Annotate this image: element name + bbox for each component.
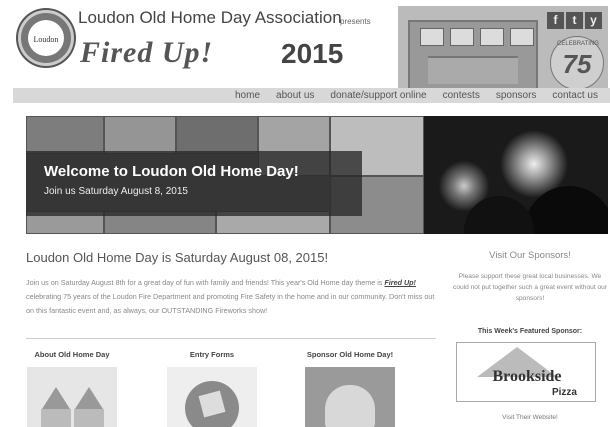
twitter-icon[interactable]: t	[566, 12, 583, 29]
photo-tile	[104, 116, 176, 154]
hero-banner[interactable]: Welcome to Loudon Old Home Day! Join us …	[26, 116, 608, 234]
logo-text: Loudon	[33, 35, 59, 44]
entry-forms-column[interactable]: Entry Forms	[152, 350, 272, 427]
sponsors-heading: Visit Our Sponsors!	[489, 250, 571, 261]
fire-truck-image: f t y CELEBRATING 75	[398, 6, 608, 90]
about-title[interactable]: About Old Home Day	[12, 350, 132, 359]
social-links: f t y	[547, 12, 602, 29]
visit-website-link[interactable]: Visit Their Website!	[452, 414, 608, 421]
nav-donate[interactable]: donate/support online	[322, 88, 434, 103]
nav-about-us[interactable]: about us	[268, 88, 322, 103]
intro-paragraph: Join us on Saturday August 8th for a gre…	[26, 276, 436, 318]
sponsor-name: Brookside	[492, 368, 562, 385]
intro-text-1: Join us on Saturday August 8th for a gre…	[26, 278, 385, 287]
theme-link[interactable]: Fired Up!	[384, 278, 416, 287]
hand-image[interactable]	[305, 367, 395, 427]
banner-subtitle: Join us Saturday August 8, 2015	[44, 186, 188, 197]
tents-image[interactable]	[27, 367, 117, 427]
nav-contests[interactable]: contests	[435, 88, 488, 103]
association-name: Loudon Old Home Day Association	[78, 8, 342, 27]
main-nav: home about us donate/support online cont…	[13, 88, 610, 103]
featured-sponsor-label: This Week's Featured Sponsor:	[477, 328, 583, 335]
anniversary-badge: CELEBRATING 75	[550, 36, 604, 90]
presents-label: presents	[340, 17, 371, 26]
intro-text-2: celebrating 75 years of the Loudon Fire …	[26, 292, 435, 315]
youtube-icon[interactable]: y	[585, 12, 602, 29]
event-year: 2015	[281, 38, 344, 69]
featured-sponsor-logo[interactable]: Brookside Pizza	[456, 342, 596, 402]
forms-image[interactable]	[167, 367, 257, 427]
fireworks-photo	[424, 116, 608, 234]
nav-home[interactable]: home	[227, 88, 268, 103]
photo-tile	[26, 116, 104, 154]
badge-caption: CELEBRATING	[557, 41, 599, 47]
sponsor-sub: Pizza	[551, 387, 577, 398]
nav-contact-us[interactable]: contact us	[544, 88, 606, 103]
site-header: Loudon Loudon Old Home Day Association p…	[0, 0, 610, 90]
association-logo[interactable]: Loudon	[18, 10, 74, 66]
event-name: Fired Up!	[80, 36, 214, 69]
banner-title: Welcome to Loudon Old Home Day!	[44, 163, 299, 180]
sponsor-title[interactable]: Sponsor Old Home Day!	[290, 350, 410, 359]
sponsors-text: Please support these great local busines…	[453, 273, 607, 302]
photo-tile	[176, 116, 258, 154]
facebook-icon[interactable]: f	[547, 12, 564, 29]
nav-sponsors[interactable]: sponsors	[488, 88, 545, 103]
sponsor-column[interactable]: Sponsor Old Home Day!	[290, 350, 410, 427]
divider	[26, 338, 436, 339]
page-headline: Loudon Old Home Day is Saturday August 0…	[26, 250, 329, 265]
about-column[interactable]: About Old Home Day	[12, 350, 132, 427]
entry-forms-title[interactable]: Entry Forms	[152, 350, 272, 359]
welcome-overlay: Welcome to Loudon Old Home Day! Join us …	[26, 151, 362, 216]
